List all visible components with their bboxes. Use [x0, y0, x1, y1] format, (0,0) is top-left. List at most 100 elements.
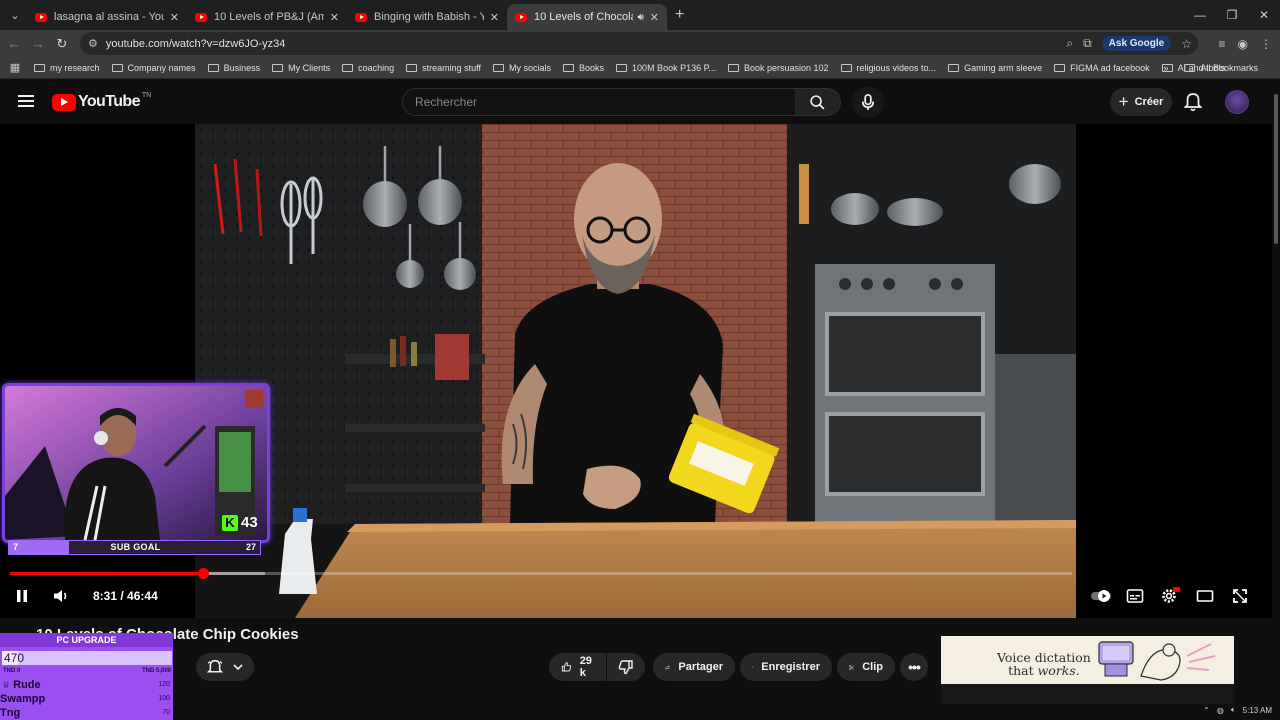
close-window-icon[interactable]: ✕	[1248, 0, 1280, 30]
network-icon[interactable]: ◍	[1217, 706, 1224, 715]
clock[interactable]: 5:13 AM	[1243, 706, 1272, 715]
bookmark-folder[interactable]: My Clients	[272, 63, 330, 73]
profile-icon[interactable]: ◉	[1238, 37, 1248, 51]
pause-button[interactable]	[14, 586, 30, 606]
browser-tab-bar: ⌄ lasagna al assina - YouTube ✕ 10 Level…	[0, 0, 1280, 30]
bookmark-folder[interactable]: my research	[34, 63, 100, 73]
fullscreen-icon	[1233, 589, 1247, 603]
minimize-icon[interactable]: —	[1184, 0, 1216, 30]
close-tab-icon[interactable]: ✕	[330, 11, 339, 24]
youtube-favicon-icon	[35, 12, 47, 22]
thumbs-up-icon	[561, 662, 572, 672]
folder-icon	[1184, 64, 1196, 72]
bookmark-folder[interactable]: Books	[563, 63, 604, 73]
volume-button[interactable]	[52, 586, 70, 606]
subtitles-button[interactable]	[1126, 586, 1144, 606]
close-tab-icon[interactable]: ✕	[170, 11, 179, 24]
ad-text: Voice dictation that works.	[997, 650, 1091, 678]
voice-search-button[interactable]	[852, 86, 884, 118]
donor-row: Swampp 100	[0, 693, 170, 705]
volume-tray-icon[interactable]: 🔈︎	[1231, 705, 1236, 715]
account-avatar[interactable]	[1225, 90, 1249, 114]
current-time: 8:31	[93, 589, 118, 603]
kick-logo-icon: K	[222, 514, 238, 531]
tray-expand-icon[interactable]: ⌃	[1203, 706, 1210, 715]
chevron-down-icon	[233, 664, 243, 670]
restore-icon[interactable]: ❐	[1216, 0, 1248, 30]
sub-goal-bar: 7 SUB GOAL 27	[8, 540, 261, 555]
folder-icon	[948, 63, 960, 72]
plus-icon: +	[1118, 92, 1129, 111]
subscription-bell-button[interactable]	[196, 653, 254, 681]
menu-icon[interactable]: ⋮	[1260, 37, 1272, 51]
fullscreen-button[interactable]	[1232, 586, 1248, 606]
youtube-header: YouTube TN Rechercher + Créer	[0, 80, 1280, 124]
system-tray: ⌃ ◍ 🔈︎ 5:13 AM	[1203, 702, 1272, 718]
folder-icon	[207, 63, 219, 72]
theater-mode-button[interactable]	[1196, 586, 1214, 606]
autoplay-toggle[interactable]	[1090, 586, 1114, 606]
duration: 46:44	[127, 589, 158, 603]
share-button[interactable]: Partager	[653, 653, 735, 681]
browser-tab[interactable]: lasagna al assina - YouTube ✕	[27, 4, 187, 30]
more-bookmarks-icon[interactable]: »	[1163, 63, 1168, 73]
all-bookmarks[interactable]: All Bookmarks	[1184, 63, 1258, 73]
browser-tab-active[interactable]: 10 Levels of Chocolate Chip 🔊︎ ✕	[507, 4, 667, 30]
address-bar[interactable]: ⚙ youtube.com/watch?v=dzw6JO-yz34 ⌕ ⧉ As…	[80, 32, 1198, 55]
search-button[interactable]	[795, 88, 841, 116]
cast-icon[interactable]: ⧉	[1083, 36, 1092, 51]
settings-button[interactable]	[1160, 586, 1180, 606]
youtube-logo[interactable]: YouTube TN	[52, 92, 151, 111]
video-thumbnail-image	[195, 124, 1076, 618]
bookmark-star-icon[interactable]: ☆	[1181, 37, 1192, 51]
bell-icon	[207, 659, 223, 673]
more-actions-button[interactable]: •••	[900, 653, 928, 681]
bookmark-folder[interactable]: coaching	[342, 63, 394, 73]
reload-icon[interactable]: ↻	[50, 36, 74, 52]
youtube-favicon-icon	[195, 12, 207, 22]
save-button[interactable]: Enregistrer	[740, 653, 832, 681]
back-icon[interactable]: ←	[2, 36, 26, 51]
bookmark-folder[interactable]: Gaming arm sleeve	[948, 63, 1042, 73]
ask-google-button[interactable]: Ask Google	[1101, 36, 1172, 51]
like-button[interactable]: 29 k	[549, 653, 606, 681]
bookmark-folder[interactable]: Company names	[111, 63, 196, 73]
speaker-icon[interactable]: 🔊︎	[637, 12, 643, 23]
apps-grid-icon[interactable]: ▦	[0, 61, 30, 74]
create-button[interactable]: + Créer	[1110, 88, 1172, 116]
bookmark-icon	[752, 666, 754, 668]
ad-banner[interactable]: Voice dictation that works.	[941, 636, 1234, 684]
new-tab-icon[interactable]: +	[675, 6, 684, 24]
extensions-icon[interactable]: ≡	[1219, 37, 1226, 51]
search-input[interactable]: Rechercher	[402, 88, 796, 116]
clip-button[interactable]: Clip	[837, 653, 895, 681]
bookmark-folder[interactable]: Book persuasion 102	[727, 63, 829, 73]
pause-icon	[17, 590, 27, 602]
video-frame[interactable]	[195, 124, 1076, 618]
tab-search-dropdown-icon[interactable]: ⌄	[3, 4, 27, 26]
dislike-button[interactable]	[607, 653, 645, 681]
notifications-button[interactable]	[1183, 92, 1203, 117]
menu-hamburger-icon[interactable]	[18, 95, 34, 107]
folder-icon	[493, 63, 505, 72]
bookmarks-bar: ▦ my research Company names Business My Cli…	[0, 57, 1280, 79]
bookmark-folder[interactable]: Business	[207, 63, 260, 73]
subtitles-icon	[1126, 589, 1144, 603]
forward-icon[interactable]: →	[26, 36, 50, 51]
browser-tab[interactable]: 10 Levels of PB&J (Amateur to ✕	[187, 4, 347, 30]
bookmark-folder[interactable]: My socials	[493, 63, 551, 73]
site-info-icon[interactable]: ⚙	[88, 37, 98, 50]
page-scrollbar[interactable]	[1272, 80, 1280, 720]
close-tab-icon[interactable]: ✕	[650, 11, 659, 24]
close-tab-icon[interactable]: ✕	[490, 11, 499, 24]
kick-badge: K 43	[222, 514, 258, 531]
seek-bar[interactable]	[10, 568, 1072, 579]
tab-title: lasagna al assina - YouTube	[54, 11, 164, 23]
bookmark-folder[interactable]: religious videos to...	[840, 63, 936, 73]
zoom-icon[interactable]: ⌕	[1066, 36, 1073, 51]
bookmark-folder[interactable]: 100M Book P136 P...	[616, 63, 716, 73]
browser-tab[interactable]: Binging with Babish - YouTube ✕	[347, 4, 507, 30]
search-icon	[810, 94, 825, 109]
bookmark-folder[interactable]: FIGMA ad facebook	[1054, 63, 1150, 73]
bookmark-folder[interactable]: streaming stuff	[406, 63, 481, 73]
